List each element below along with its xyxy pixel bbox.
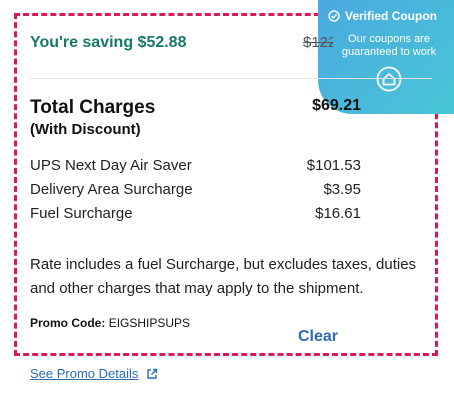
total-charges-label: Total Charges (30, 97, 156, 118)
coupon-title: Verified Coupon (345, 9, 438, 23)
original-price: $122.09 (303, 34, 333, 51)
promo-code-value: EIGSHIPSUPS (108, 316, 191, 330)
promo-code: Promo Code: EIGSHIPSUPS (30, 316, 190, 330)
rate-note: Rate includes a fuel Surcharge, but excl… (30, 256, 417, 297)
line-item-value: $3.95 (323, 181, 361, 198)
divider (30, 78, 432, 79)
line-item-label: Delivery Area Surcharge (30, 181, 193, 198)
check-circle-icon (328, 10, 340, 22)
house-icon (376, 66, 402, 92)
external-link-icon (147, 368, 158, 379)
coupon-subtitle: Our coupons are guaranteed to work (341, 33, 437, 58)
savings-label: You're saving $52.88 (30, 34, 187, 51)
see-promo-details-label: See Promo Details (30, 366, 139, 381)
total-charges-value: $69.21 (312, 97, 361, 114)
clear-promo-button[interactable]: Clear (298, 328, 338, 346)
promo-code-label: Promo Code: (30, 316, 106, 330)
line-item-label: UPS Next Day Air Saver (30, 157, 192, 174)
line-item-value: $16.61 (315, 205, 361, 222)
total-charges-sublabel: (With Discount) (30, 121, 141, 138)
line-item-label: Fuel Surcharge (30, 205, 133, 222)
line-item-value: $101.53 (306, 157, 361, 174)
see-promo-details-link[interactable]: See Promo Details (30, 366, 158, 381)
